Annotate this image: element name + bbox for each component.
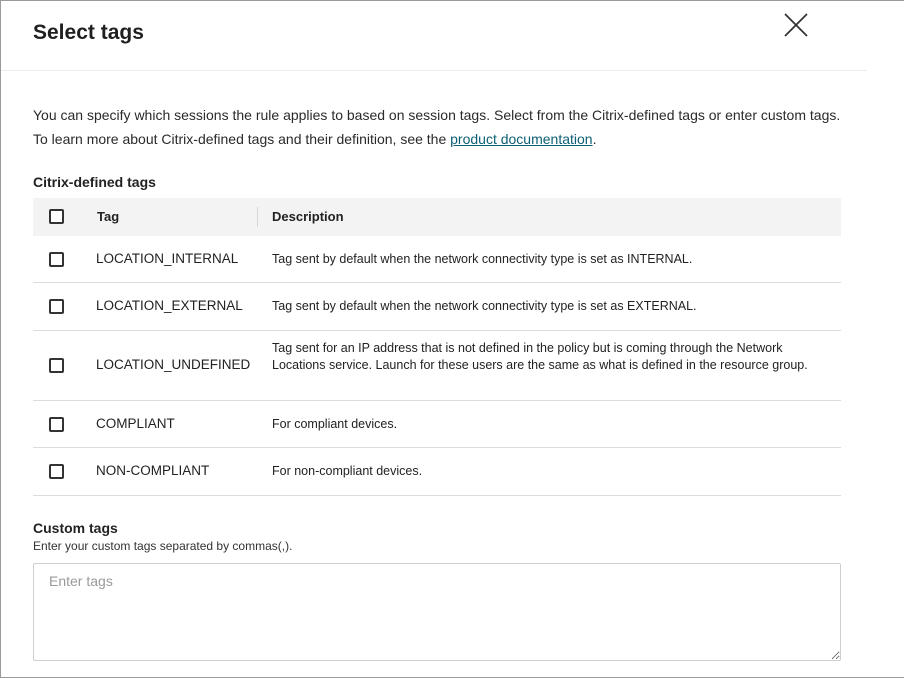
description-column-header: Description [272, 209, 344, 224]
column-divider [257, 207, 258, 227]
table-row: LOCATION_INTERNAL Tag sent by default wh… [33, 236, 841, 283]
custom-tags-input[interactable] [33, 563, 841, 661]
table-header: Tag Description [33, 198, 841, 236]
tag-name: LOCATION_INTERNAL [96, 251, 239, 266]
tag-description: For compliant devices. [272, 417, 398, 431]
tag-checkbox[interactable] [49, 417, 64, 432]
intro-text: You can specify which sessions the rule … [33, 103, 843, 151]
tag-checkbox[interactable] [49, 464, 64, 479]
tag-description: Tag sent by default when the network con… [272, 299, 697, 313]
citrix-tags-label: Citrix-defined tags [33, 174, 156, 190]
tag-name: COMPLIANT [96, 416, 175, 431]
tag-checkbox[interactable] [49, 299, 64, 314]
tag-checkbox[interactable] [49, 252, 64, 267]
intro-text-after: . [592, 131, 597, 147]
select-tags-dialog: Select tags You can specify which sessio… [0, 0, 904, 678]
dialog-header: Select tags [1, 1, 867, 71]
product-documentation-link[interactable]: product documentation [450, 131, 592, 147]
intro-text-before: You can specify which sessions the rule … [33, 107, 841, 147]
custom-tags-help: Enter your custom tags separated by comm… [33, 539, 293, 553]
tag-description: Tag sent by default when the network con… [272, 252, 693, 266]
tag-name: LOCATION_EXTERNAL [96, 298, 243, 313]
table-row: LOCATION_EXTERNAL Tag sent by default wh… [33, 283, 841, 331]
tag-description: Tag sent for an IP address that is not d… [272, 341, 808, 372]
close-icon [784, 13, 808, 37]
table-row: NON-COMPLIANT For non-compliant devices. [33, 448, 841, 496]
tag-name: LOCATION_UNDEFINED [96, 357, 251, 372]
citrix-tags-table: Tag Description LOCATION_INTERNAL Tag se… [33, 198, 841, 496]
table-row: COMPLIANT For compliant devices. [33, 401, 841, 448]
close-button[interactable] [782, 11, 810, 39]
tag-column-header: Tag [97, 209, 120, 224]
select-all-checkbox[interactable] [49, 209, 64, 224]
tag-checkbox[interactable] [49, 358, 64, 373]
tag-name: NON-COMPLIANT [96, 463, 210, 478]
tag-description: For non-compliant devices. [272, 464, 423, 478]
table-row: LOCATION_UNDEFINED Tag sent for an IP ad… [33, 331, 841, 401]
custom-tags-label: Custom tags [33, 520, 118, 536]
dialog-title: Select tags [33, 21, 144, 44]
